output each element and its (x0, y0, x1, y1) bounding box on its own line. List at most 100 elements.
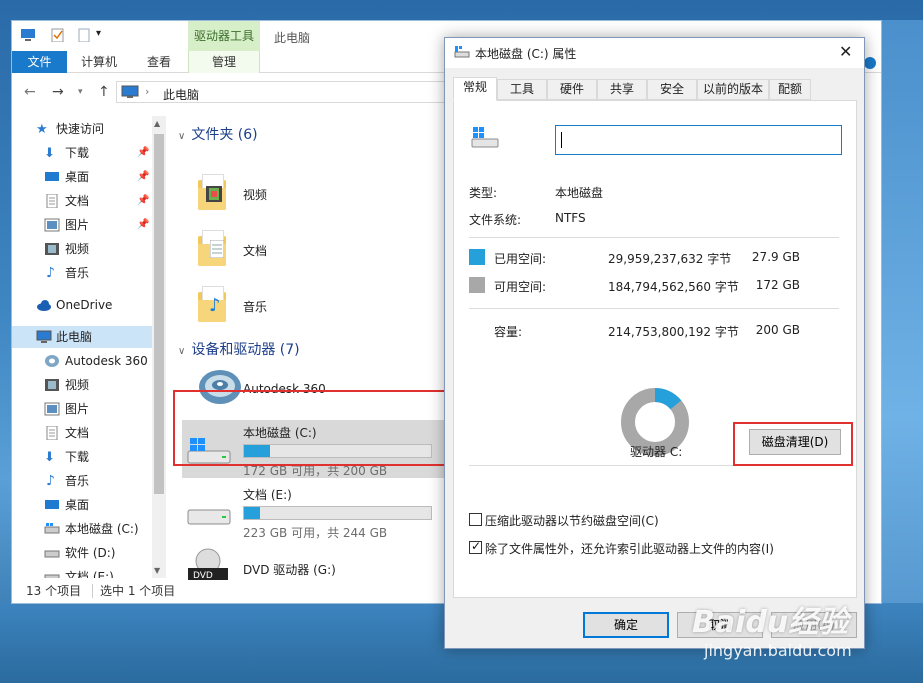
help-icon[interactable] (864, 57, 876, 69)
tab-general[interactable]: 常规 (453, 77, 497, 101)
picture-icon (44, 218, 60, 232)
selection-count: 选中 1 个项目 (100, 584, 176, 598)
ok-button[interactable]: 确定 (583, 612, 669, 638)
drive-icon (44, 574, 60, 578)
desktop-icon (45, 172, 59, 181)
dvd-drive-icon: DVD (188, 548, 228, 581)
sidebar-scrollbar[interactable]: ▲ ▼ (152, 116, 166, 578)
pin-icon[interactable]: 📌 (137, 166, 149, 188)
download-icon: ⬇ (44, 450, 55, 465)
tab-computer[interactable]: 计算机 (74, 51, 124, 73)
download-icon: ⬇ (44, 146, 55, 161)
drive-free-text: 223 GB 可用，共 244 GB (243, 526, 388, 540)
sidebar-item-autodesk[interactable]: Autodesk 360 (12, 350, 152, 372)
filesystem-label: 文件系统: (469, 213, 522, 227)
music-icon: ♪ (46, 473, 55, 489)
sidebar-item-documents-2[interactable]: 文档 (12, 422, 152, 444)
drive-name: DVD 驱动器 (G:) (243, 563, 336, 577)
sidebar-item-documents[interactable]: 文档 📌 (12, 190, 152, 212)
sidebar-item-desktop-2[interactable]: 桌面 (12, 494, 152, 516)
watermark-url: jingyan.baidu.com (704, 641, 852, 660)
new-folder-icon[interactable] (76, 28, 92, 42)
sidebar-item-drive-d[interactable]: 软件 (D:) (12, 542, 152, 564)
scroll-down-icon[interactable]: ▼ (154, 566, 160, 575)
pin-icon[interactable]: 📌 (137, 190, 149, 212)
forward-arrow-icon[interactable]: → (52, 84, 64, 100)
tab-security[interactable]: 安全 (647, 79, 697, 100)
sidebar-item-videos-2[interactable]: 视频 (12, 374, 152, 396)
dialog-title: 本地磁盘 (C:) 属性 (475, 47, 577, 61)
customize-qat-icon[interactable]: ▾ (96, 28, 101, 39)
index-contents-checkbox[interactable] (469, 539, 482, 554)
folder-name[interactable]: 视频 (243, 186, 267, 203)
compress-drive-checkbox[interactable] (469, 513, 482, 526)
scrollbar-thumb[interactable] (154, 134, 164, 494)
tab-file[interactable]: 文件 (12, 51, 67, 73)
volume-label-input[interactable] (555, 125, 842, 155)
sidebar-item-label: 音乐 (65, 266, 90, 280)
tab-previous-versions[interactable]: 以前的版本 (697, 79, 769, 100)
sidebar-item-label: 软件 (D:) (65, 546, 116, 560)
sidebar-item-drive-e[interactable]: 文档 (E:) (12, 566, 152, 578)
scroll-up-icon[interactable]: ▲ (154, 119, 160, 128)
sidebar-item-music[interactable]: ♪ 音乐 (12, 262, 152, 284)
breadcrumb[interactable]: 此电脑 (163, 86, 199, 103)
chevron-down-icon: ∨ (178, 131, 186, 142)
compress-drive-label[interactable]: 压缩此驱动器以节约磁盘空间(C) (485, 512, 659, 529)
index-contents-label[interactable]: 除了文件属性外，还允许索引此驱动器上文件的内容(I) (485, 540, 774, 557)
properties-icon[interactable] (50, 28, 66, 42)
sidebar-item-pictures[interactable]: 图片 📌 (12, 214, 152, 236)
sidebar-item-label: 此电脑 (56, 330, 93, 344)
close-icon[interactable]: ✕ (839, 42, 852, 61)
pin-icon[interactable]: 📌 (137, 214, 149, 236)
tab-view[interactable]: 查看 (134, 51, 184, 73)
tab-manage[interactable]: 管理 (188, 51, 260, 73)
sidebar-item-desktop[interactable]: 桌面 📌 (12, 166, 152, 188)
used-space-swatch (469, 249, 485, 265)
devices-group-header[interactable]: ∨ 设备和驱动器 (7) (178, 339, 300, 359)
folders-group-header[interactable]: ∨ 文件夹 (6) (178, 124, 258, 144)
drive-usage-fill (244, 507, 261, 519)
sidebar-item-downloads-2[interactable]: ⬇ 下载 (12, 446, 152, 468)
pin-icon[interactable]: 📌 (137, 142, 149, 164)
capacity-gb: 200 GB (755, 323, 800, 337)
address-bar[interactable]: › 此电脑 (116, 81, 448, 103)
sidebar-item-pictures-2[interactable]: 图片 (12, 398, 152, 420)
drive-icon (187, 509, 231, 525)
drive-icon (44, 550, 60, 558)
tab-quota[interactable]: 配额 (769, 79, 811, 100)
used-space-bytes: 29,959,237,632 字节 (608, 252, 732, 266)
window-title: 此电脑 (274, 31, 311, 45)
tab-tools[interactable]: 工具 (497, 79, 547, 100)
sidebar-item-label: 图片 (65, 402, 90, 416)
sidebar-item-quick-access[interactable]: ★ 快速访问 (12, 118, 152, 140)
annotation-highlight-cleanup (733, 422, 853, 466)
free-space-gb: 172 GB (755, 278, 800, 292)
sidebar-item-this-pc[interactable]: 此电脑 (12, 326, 152, 348)
sidebar-item-downloads[interactable]: ⬇ 下载 📌 (12, 142, 152, 164)
cloud-icon (37, 300, 51, 311)
tab-hardware[interactable]: 硬件 (547, 79, 597, 100)
sidebar-item-music-2[interactable]: ♪ 音乐 (12, 470, 152, 492)
star-icon: ★ (36, 122, 48, 137)
back-arrow-icon[interactable]: ← (24, 84, 36, 100)
document-folder-icon[interactable] (198, 230, 226, 266)
folder-name[interactable]: 文档 (243, 242, 267, 259)
sidebar-item-onedrive[interactable]: OneDrive (12, 294, 152, 316)
sidebar-item-label: 文档 (E:) (65, 570, 114, 578)
recent-locations-icon[interactable]: ▾ (78, 87, 83, 97)
music-folder-icon[interactable]: ♪ (198, 286, 226, 322)
folder-name[interactable]: 音乐 (243, 298, 267, 315)
tab-sharing[interactable]: 共享 (597, 79, 647, 100)
autodesk-icon (45, 355, 59, 367)
sidebar-item-label: 图片 (65, 218, 90, 232)
computer-icon[interactable] (20, 28, 36, 42)
up-arrow-icon[interactable]: ↑ (98, 84, 110, 100)
video-folder-icon[interactable] (198, 174, 226, 210)
divider (469, 308, 839, 309)
windows-drive-icon (471, 127, 499, 148)
properties-dialog: 本地磁盘 (C:) 属性 ✕ 常规 工具 硬件 共享 安全 以前的版本 配额 类… (444, 37, 865, 649)
sidebar-item-drive-c[interactable]: 本地磁盘 (C:) (12, 518, 152, 540)
sidebar-item-videos[interactable]: 视频 (12, 238, 152, 260)
capacity-label: 容量: (494, 325, 523, 339)
